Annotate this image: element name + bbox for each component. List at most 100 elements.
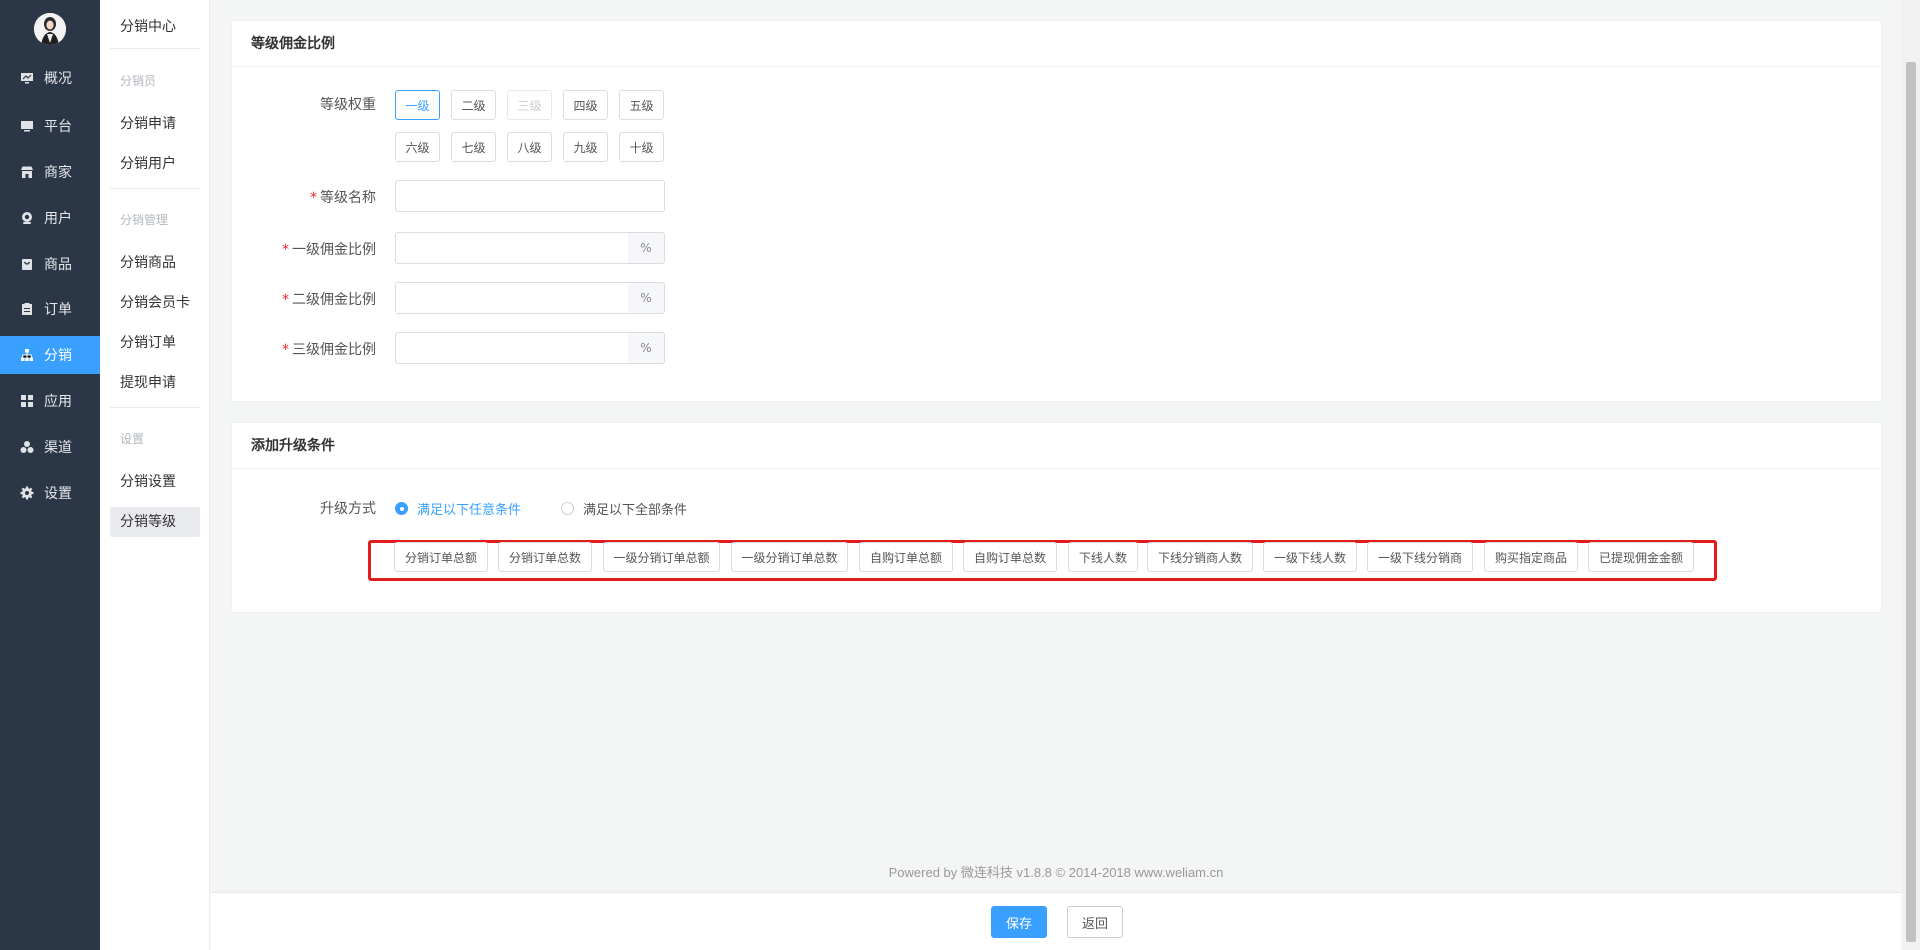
subnav-item-withdraw[interactable]: 提现申请 — [110, 368, 200, 398]
goods-bag-icon — [20, 257, 34, 271]
subnav-group-settings: 设置 — [120, 432, 145, 446]
condition-chip[interactable]: 分销订单总数 — [498, 542, 592, 572]
page-scrollbar[interactable] — [1902, 0, 1920, 950]
condition-chip[interactable]: 一级下线人数 — [1263, 542, 1357, 572]
subnav-item-member-card[interactable]: 分销会员卡 — [110, 288, 200, 318]
level-name-label-text: 等级名称 — [320, 190, 376, 206]
subnav-item-apply[interactable]: 分销申请 — [110, 109, 200, 139]
subnav-divider — [110, 407, 200, 408]
store-icon — [20, 165, 34, 179]
percent-addon: % — [628, 332, 665, 364]
panel-title: 添加升级条件 — [232, 423, 1881, 469]
rate1-input[interactable] — [395, 232, 629, 264]
channel-cluster-icon — [20, 440, 34, 454]
nav-item-orders[interactable]: 订单 — [0, 290, 100, 328]
subnav-group-distributor: 分销员 — [120, 74, 157, 88]
main-sidebar: 概况 平台 商家 用户 商品 订单 分销 应用 渠道 设置 — [0, 0, 100, 950]
nav-item-distribution[interactable]: 分销 — [0, 336, 100, 374]
radio-dot — [395, 502, 408, 515]
condition-chip[interactable]: 已提现佣金金额 — [1588, 542, 1694, 572]
subnav-title: 分销中心 — [120, 19, 176, 35]
nav-item-goods[interactable]: 商品 — [0, 245, 100, 283]
nav-label: 用户 — [44, 211, 72, 227]
desktop-icon — [20, 119, 34, 133]
required-mark: * — [310, 190, 317, 206]
condition-chip[interactable]: 自购订单总额 — [859, 542, 953, 572]
subnav-item-settings[interactable]: 分销设置 — [110, 467, 200, 497]
level-option-8[interactable]: 八级 — [507, 132, 552, 162]
nav-item-channels[interactable]: 渠道 — [0, 428, 100, 466]
subnav-item-levels[interactable]: 分销等级 — [110, 507, 200, 537]
nav-label: 分销 — [44, 348, 72, 364]
nav-item-platform[interactable]: 平台 — [0, 107, 100, 145]
required-mark: * — [282, 292, 289, 308]
user-avatar[interactable] — [34, 13, 66, 45]
level-option-7[interactable]: 七级 — [451, 132, 496, 162]
rate1-label: * 一级佣金比例 — [226, 239, 376, 259]
apps-grid-icon — [20, 394, 34, 408]
subnav-item-goods[interactable]: 分销商品 — [110, 248, 200, 278]
level-option-10[interactable]: 十级 — [619, 132, 664, 162]
radio-mode-any[interactable]: 满足以下任意条件 — [395, 499, 521, 518]
nav-label: 商家 — [44, 165, 72, 181]
sub-sidebar: 分销中心 分销员 分销申请 分销用户 分销管理 分销商品 分销会员卡 分销订单 … — [100, 0, 210, 950]
rate1-label-text: 一级佣金比例 — [292, 242, 376, 258]
condition-chip[interactable]: 下线人数 — [1068, 542, 1138, 572]
condition-chip[interactable]: 分销订单总额 — [394, 542, 488, 572]
subnav-divider — [110, 48, 200, 49]
rate3-input[interactable] — [395, 332, 629, 364]
gear-icon — [20, 486, 34, 500]
save-button[interactable]: 保存 — [991, 906, 1047, 938]
level-name-input[interactable] — [395, 180, 665, 212]
subnav-item-users[interactable]: 分销用户 — [110, 149, 200, 179]
radio-dot — [561, 502, 574, 515]
subnav-item-orders[interactable]: 分销订单 — [110, 328, 200, 358]
condition-chip[interactable]: 下线分销商人数 — [1147, 542, 1253, 572]
nav-label: 应用 — [44, 394, 72, 410]
required-mark: * — [282, 242, 289, 258]
radio-label: 满足以下任意条件 — [417, 503, 522, 518]
rate3-label: * 三级佣金比例 — [226, 339, 376, 359]
level-name-label: * 等级名称 — [226, 187, 376, 207]
level-option-4[interactable]: 四级 — [563, 90, 608, 120]
radio-mode-all[interactable]: 满足以下全部条件 — [561, 499, 687, 518]
level-option-3: 三级 — [507, 90, 552, 120]
rate2-input[interactable] — [395, 282, 629, 314]
back-button[interactable]: 返回 — [1067, 906, 1123, 938]
level-option-5[interactable]: 五级 — [619, 90, 664, 120]
level-option-1[interactable]: 一级 — [395, 90, 440, 120]
user-icon — [20, 211, 34, 225]
nav-item-overview[interactable]: 概况 — [0, 59, 100, 97]
upgrade-mode-label: 升级方式 — [320, 501, 376, 517]
nav-item-users[interactable]: 用户 — [0, 199, 100, 237]
nav-item-apps[interactable]: 应用 — [0, 382, 100, 420]
distribution-tree-icon — [20, 348, 34, 362]
nav-label: 订单 — [44, 302, 72, 318]
level-option-6[interactable]: 六级 — [395, 132, 440, 162]
nav-label: 设置 — [44, 486, 72, 502]
nav-label: 商品 — [44, 257, 72, 273]
condition-chip[interactable]: 一级分销订单总数 — [731, 542, 848, 572]
action-bar: 保存 返回 — [211, 892, 1901, 950]
level-option-2[interactable]: 二级 — [451, 90, 496, 120]
nav-label: 概况 — [44, 71, 72, 87]
radio-label: 满足以下全部条件 — [583, 503, 688, 518]
condition-chip[interactable]: 购买指定商品 — [1484, 542, 1578, 572]
order-clipboard-icon — [20, 302, 34, 316]
condition-chip[interactable]: 自购订单总数 — [963, 542, 1057, 572]
percent-addon: % — [628, 232, 665, 264]
rate2-label: * 二级佣金比例 — [226, 289, 376, 309]
panel-title: 等级佣金比例 — [232, 21, 1881, 67]
powered-by-footer: Powered by 微连科技 v1.8.8 © 2014-2018 www.w… — [888, 865, 1224, 880]
monitor-chart-icon — [20, 71, 34, 85]
scrollbar-thumb[interactable] — [1906, 62, 1916, 942]
condition-chip[interactable]: 一级下线分销商 — [1367, 542, 1473, 572]
rate3-label-text: 三级佣金比例 — [292, 342, 376, 358]
nav-item-merchant[interactable]: 商家 — [0, 153, 100, 191]
nav-label: 渠道 — [44, 440, 72, 456]
condition-chip[interactable]: 一级分销订单总额 — [603, 542, 720, 572]
required-mark: * — [282, 342, 289, 358]
nav-item-settings[interactable]: 设置 — [0, 474, 100, 512]
level-option-9[interactable]: 九级 — [563, 132, 608, 162]
level-weight-label: 等级权重 — [320, 97, 376, 113]
